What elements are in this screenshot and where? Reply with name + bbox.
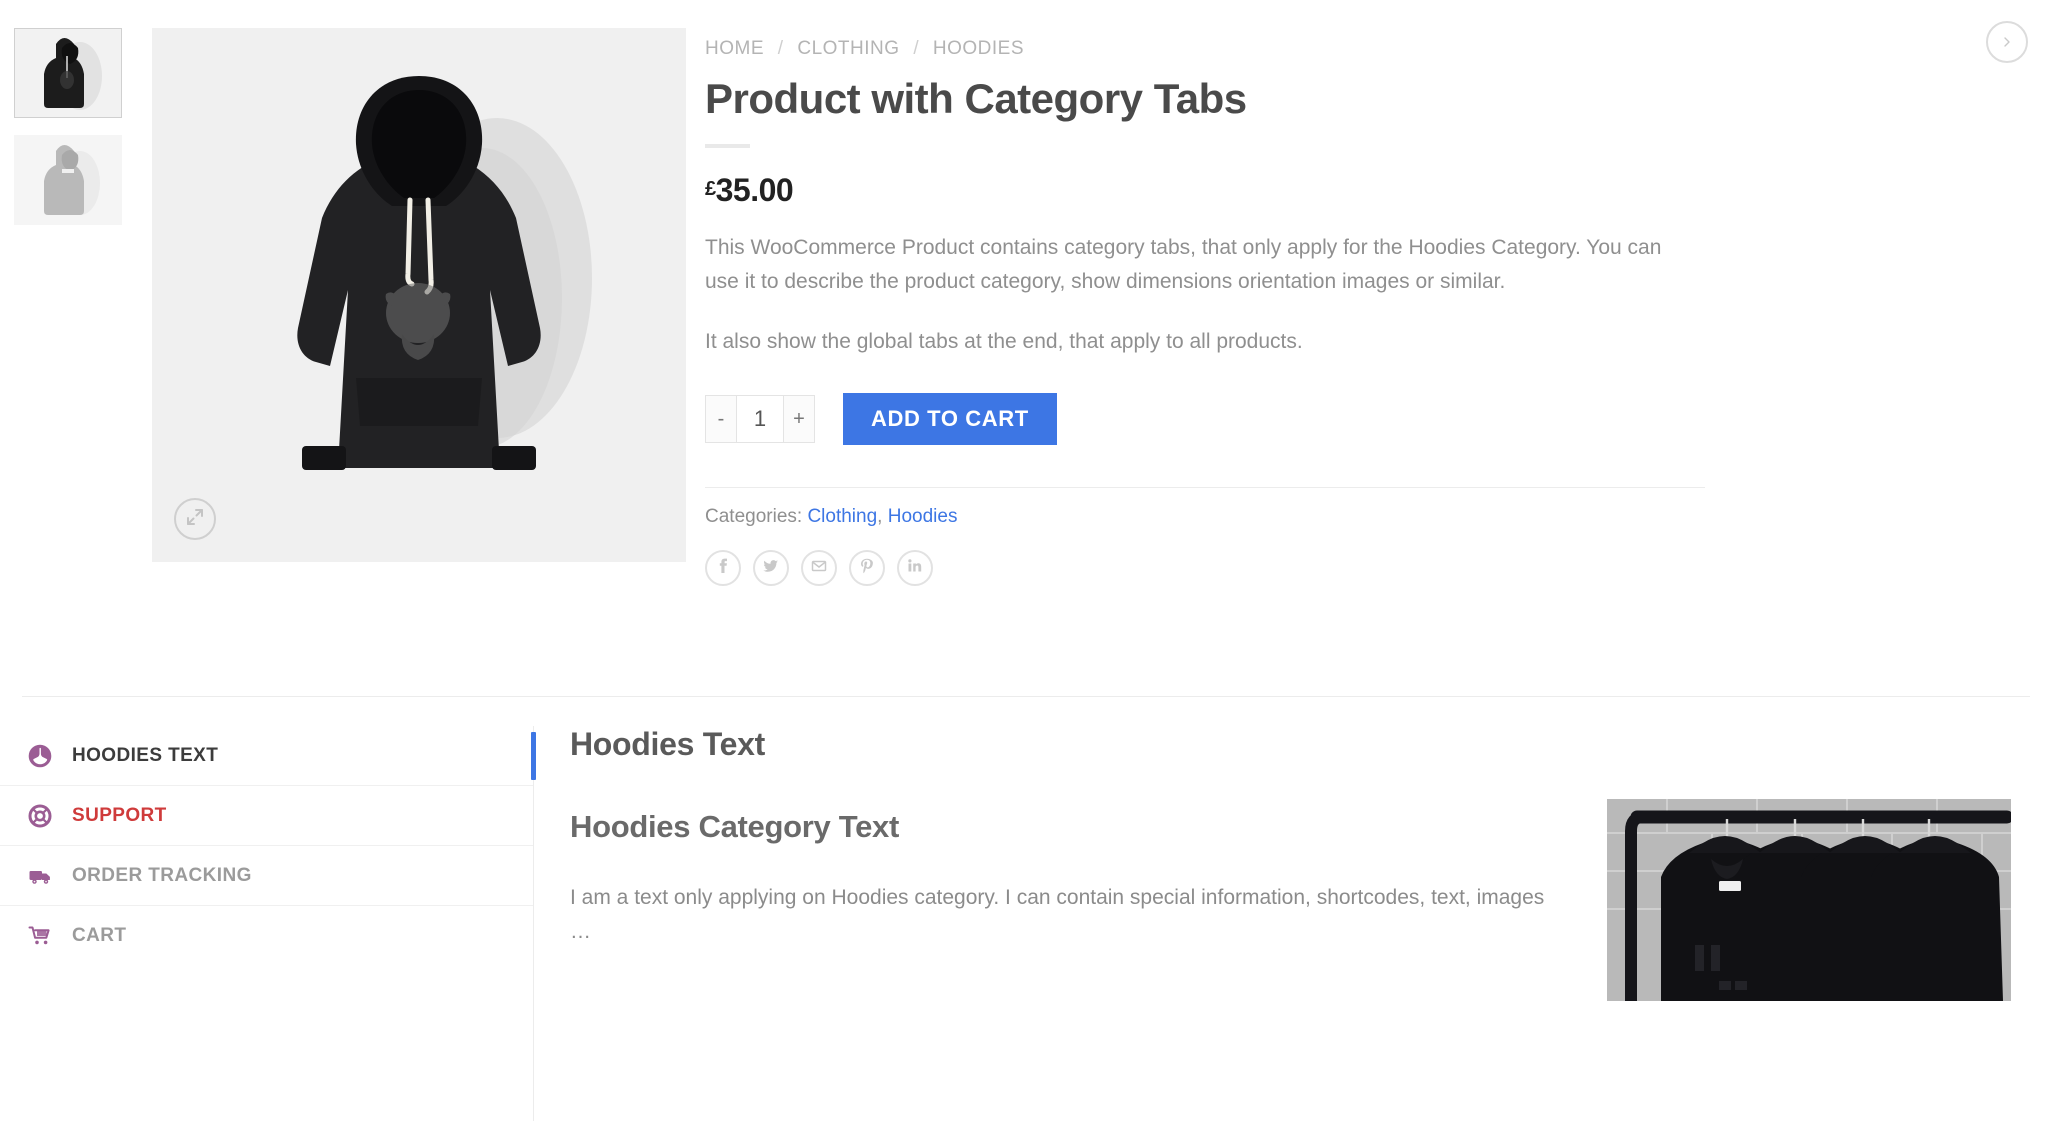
product-price: £35.00 <box>705 172 2005 209</box>
tab-support[interactable]: SUPPORT <box>0 786 533 846</box>
panel-figure <box>1607 799 2011 1001</box>
currency-symbol: £ <box>705 178 716 201</box>
email-icon <box>810 557 828 580</box>
categories-label: Categories: <box>705 506 803 528</box>
tab-label: ORDER TRACKING <box>72 864 252 886</box>
breadcrumb-item-home[interactable]: HOME <box>705 38 764 59</box>
main-product-image[interactable] <box>152 28 686 562</box>
quantity-increase-button[interactable]: + <box>784 396 814 442</box>
tab-label: HOODIES TEXT <box>72 744 219 766</box>
zoom-image-button[interactable] <box>174 498 216 540</box>
shopping-cart-icon <box>28 924 58 948</box>
product-description: This WooCommerce Product contains catego… <box>705 231 1670 359</box>
tab-cart[interactable]: CART <box>0 906 533 966</box>
thumbnail-1[interactable] <box>14 28 122 118</box>
quantity-decrease-button[interactable]: - <box>706 396 736 442</box>
category-link-clothing[interactable]: Clothing <box>807 506 877 527</box>
share-buttons <box>705 550 2005 587</box>
quantity-stepper[interactable]: - 1 + <box>705 395 815 444</box>
clothing-rack-image <box>1607 799 2011 1001</box>
hoodie-thumb-light-icon <box>14 135 122 225</box>
tab-list: HOODIES TEXT SUPPORT ORDER TRACKING CART <box>0 726 536 1121</box>
share-twitter-button[interactable] <box>753 550 789 587</box>
price-value: 35.00 <box>715 172 794 209</box>
share-pinterest-button[interactable] <box>849 550 885 587</box>
panel-body-text: I am a text only applying on Hoodies cat… <box>570 886 1545 943</box>
page-title: Product with Category Tabs <box>705 75 1247 122</box>
thumbnail-2[interactable] <box>14 135 122 225</box>
breadcrumb: HOME / CLOTHING / HOODIES <box>705 38 2005 60</box>
pinterest-icon <box>858 557 876 580</box>
rebel-emblem-icon <box>28 744 58 768</box>
product-gallery <box>14 28 686 568</box>
summary-divider <box>705 487 1705 489</box>
breadcrumb-separator: / <box>777 38 784 59</box>
twitter-icon <box>762 557 780 580</box>
breadcrumb-item-clothing[interactable]: CLOTHING <box>797 38 899 59</box>
tab-hoodies-text[interactable]: HOODIES TEXT <box>0 726 536 786</box>
lifebuoy-icon <box>28 804 58 828</box>
delivery-truck-icon <box>28 864 58 888</box>
breadcrumb-separator: / <box>913 38 920 59</box>
share-email-button[interactable] <box>801 550 837 587</box>
breadcrumb-item-hoodies[interactable]: HOODIES <box>933 38 1024 59</box>
panel-heading: Hoodies Text <box>570 726 765 762</box>
share-linkedin-button[interactable] <box>897 550 933 587</box>
tab-panel: Hoodies Text Hoodies Category Text I am … <box>570 726 2030 1001</box>
tabs-top-divider <box>22 696 2030 697</box>
facebook-icon <box>714 557 732 580</box>
add-to-cart-form: - 1 + ADD TO CART <box>705 393 2005 446</box>
quantity-input[interactable]: 1 <box>736 396 784 443</box>
add-to-cart-button[interactable]: ADD TO CART <box>843 393 1057 446</box>
expand-icon <box>185 507 205 532</box>
tab-label: CART <box>72 925 127 946</box>
product-page: HOME / CLOTHING / HOODIES Product with C… <box>0 0 2048 1125</box>
tab-label: SUPPORT <box>72 804 167 826</box>
hoodie-thumb-dark-icon <box>14 28 122 118</box>
hoodie-illustration <box>152 28 686 562</box>
category-separator: , <box>877 506 888 528</box>
product-summary: HOME / CLOTHING / HOODIES Product with C… <box>705 38 2005 587</box>
linkedin-icon <box>906 557 924 580</box>
description-paragraph-1: This WooCommerce Product contains catego… <box>705 236 1662 294</box>
share-facebook-button[interactable] <box>705 550 741 587</box>
description-paragraph-2: It also show the global tabs at the end,… <box>705 330 1303 354</box>
title-divider <box>705 144 750 149</box>
thumbnail-list <box>14 28 124 242</box>
tab-order-tracking[interactable]: ORDER TRACKING <box>0 846 533 906</box>
category-link-hoodies[interactable]: Hoodies <box>888 506 958 527</box>
product-categories: Categories: Clothing, Hoodies <box>705 506 2005 528</box>
